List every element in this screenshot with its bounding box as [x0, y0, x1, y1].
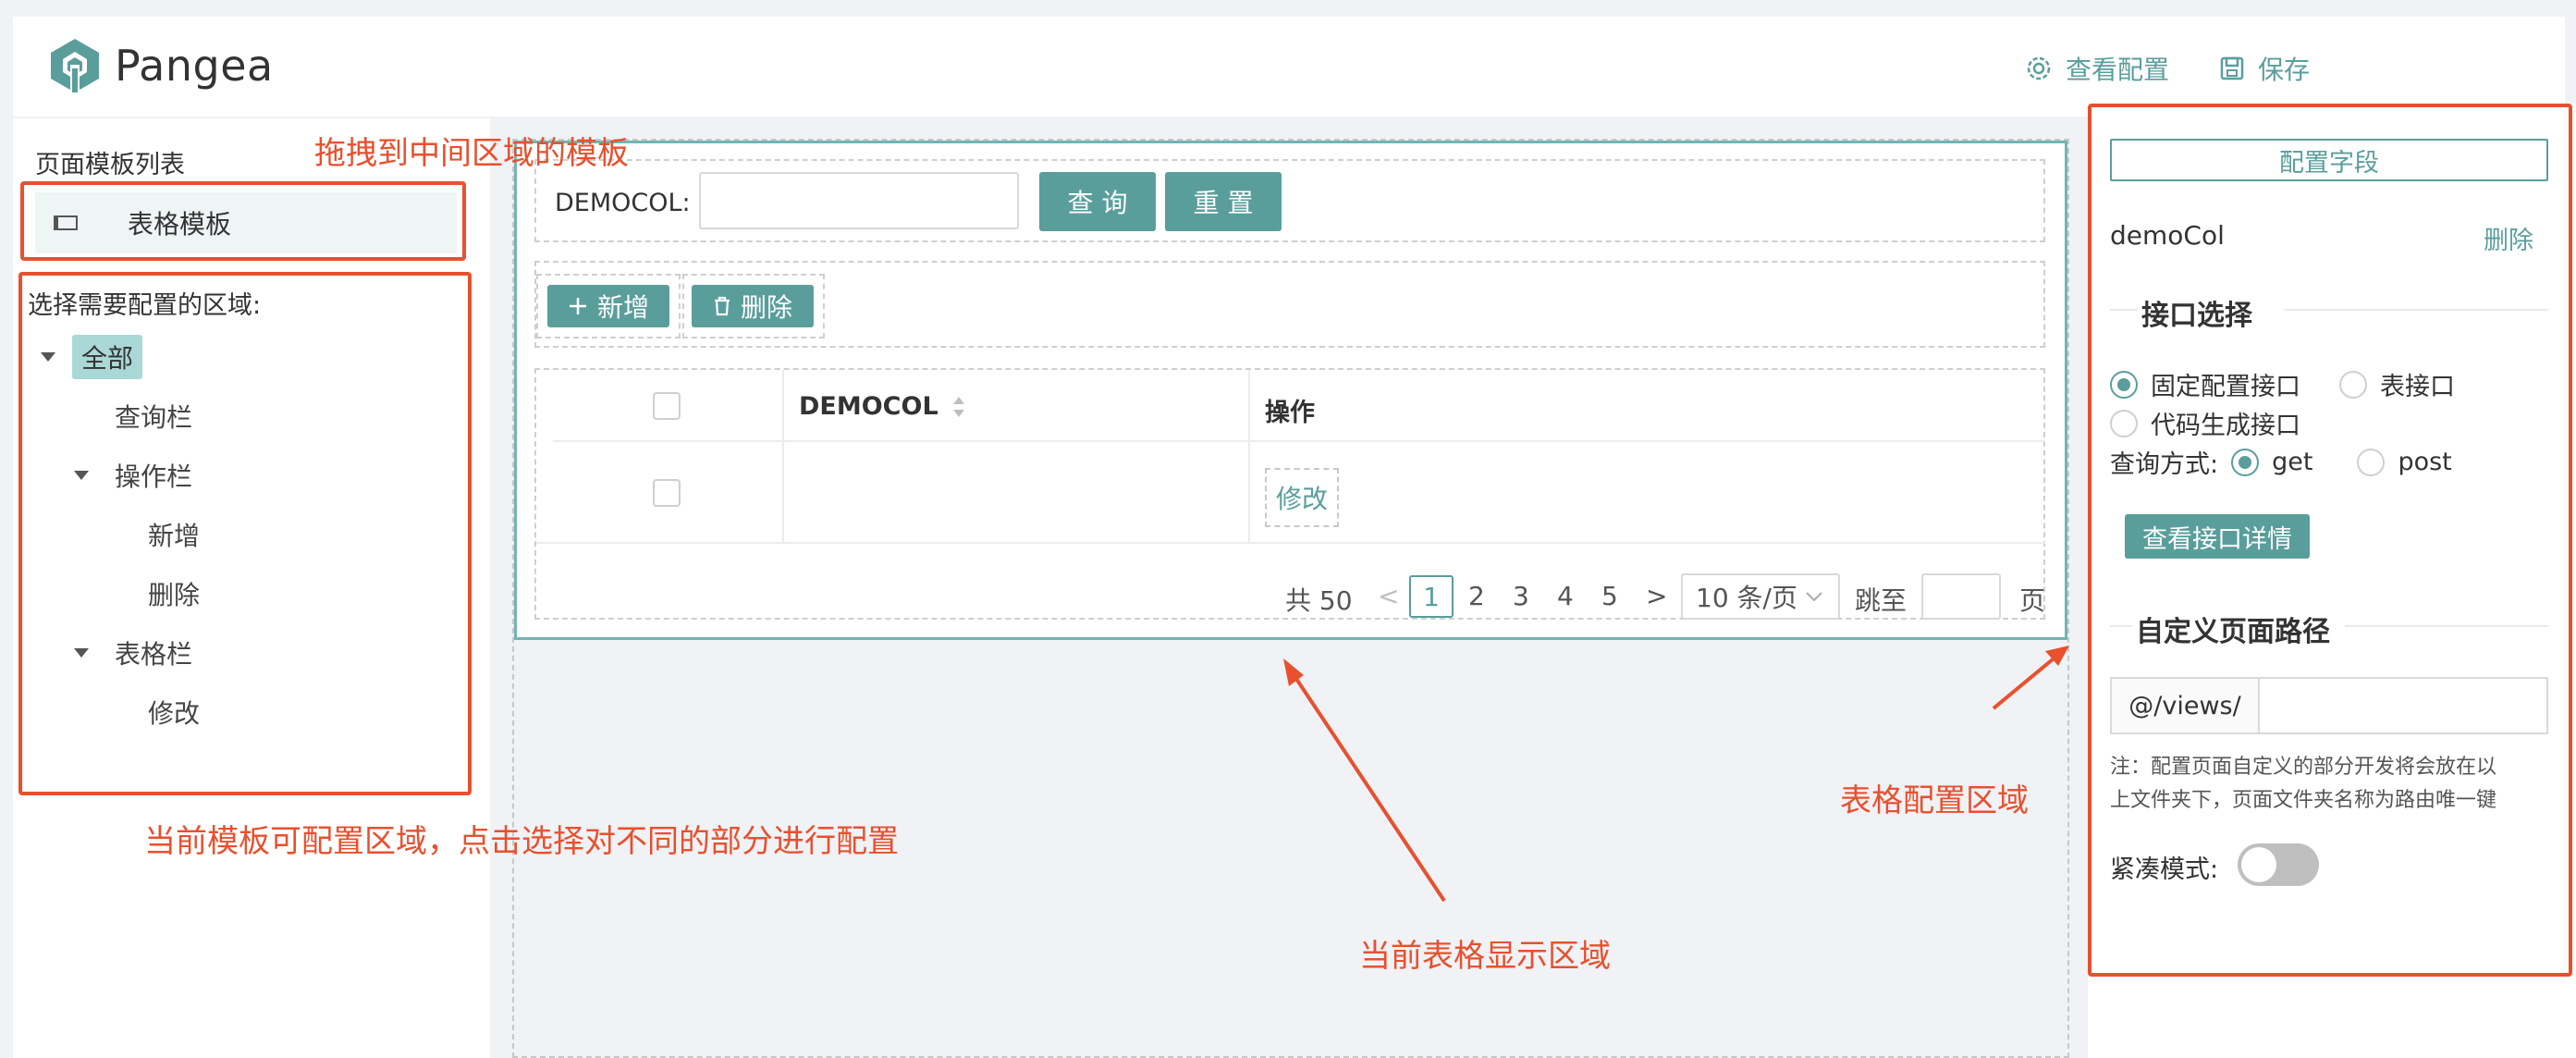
annotation-arrows	[1283, 646, 2069, 903]
arrow-table-config	[1992, 653, 2060, 710]
arrow-table-display	[1291, 671, 1446, 903]
